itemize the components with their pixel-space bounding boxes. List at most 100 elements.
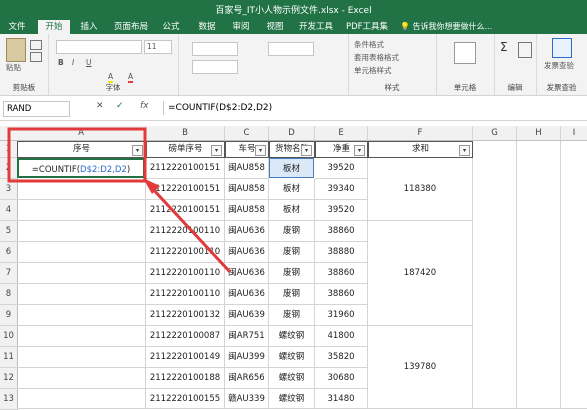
column-header-c[interactable]: C	[225, 126, 269, 141]
table-cell[interactable]: 2112220100151	[146, 158, 225, 179]
cell-style-button[interactable]: 单元格样式	[354, 65, 392, 76]
table-cell[interactable]: 闽AU639	[225, 305, 269, 326]
tab-pdf-tools[interactable]: PDF工具集	[342, 20, 392, 34]
header-cell-f[interactable]: 求和 ▾	[368, 141, 473, 158]
table-cell[interactable]	[17, 284, 146, 305]
invoice-check-icon[interactable]	[552, 38, 572, 58]
table-cell[interactable]: 2112220100151	[146, 200, 225, 221]
table-cell[interactable]: 废钢	[269, 242, 315, 263]
column-header-e[interactable]: E	[315, 126, 368, 141]
column-header-b[interactable]: B	[146, 126, 225, 141]
table-cell[interactable]	[17, 263, 146, 284]
table-cell[interactable]: 闽AR751	[225, 326, 269, 347]
table-cell[interactable]	[17, 221, 146, 242]
table-cell[interactable]: 41800	[315, 326, 368, 347]
table-cell[interactable]: 闽AU636	[225, 284, 269, 305]
table-cell[interactable]: 2112220100110	[146, 263, 225, 284]
table-cell[interactable]: 35820	[315, 347, 368, 368]
header-cell-e[interactable]: 净重 ▾	[315, 141, 368, 158]
font-name-select[interactable]	[56, 40, 142, 54]
cut-icon[interactable]	[30, 40, 42, 50]
row-header[interactable]: 5	[0, 221, 18, 242]
editing-cell-a2[interactable]: =COUNTIF(D$2:D2,D2)	[17, 158, 145, 178]
select-all-corner[interactable]	[0, 126, 18, 141]
column-header-h[interactable]: H	[517, 126, 561, 141]
bold-button[interactable]: B	[58, 58, 64, 67]
empty-column-h[interactable]	[517, 141, 561, 409]
insert-function-button[interactable]: fx	[140, 101, 149, 111]
table-cell[interactable]: 螺纹钢	[269, 326, 315, 347]
filter-dropdown-icon[interactable]: ▾	[255, 145, 266, 156]
table-cell[interactable]: 2112220100110	[146, 221, 225, 242]
number-format-select[interactable]	[268, 42, 314, 56]
filter-dropdown-icon[interactable]: ▾	[301, 145, 312, 156]
header-cell-b[interactable]: 磅单序号 ▾	[146, 141, 225, 158]
sum-cell[interactable]: 139780	[368, 326, 473, 409]
enter-button[interactable]: ✓	[116, 101, 124, 111]
table-cell[interactable]: 2112220100110	[146, 284, 225, 305]
tab-data[interactable]: 数据	[192, 20, 222, 34]
table-cell[interactable]: 2112220100149	[146, 347, 225, 368]
row-header[interactable]: 13	[0, 389, 18, 410]
indent-icon[interactable]	[192, 60, 238, 74]
conditional-format-button[interactable]: 条件格式	[354, 39, 384, 50]
table-cell[interactable]: 闽AR656	[225, 368, 269, 389]
empty-column-i[interactable]	[561, 141, 587, 409]
italic-button[interactable]: I	[72, 58, 74, 67]
table-format-button[interactable]: 套用表格格式	[354, 52, 399, 63]
table-cell[interactable]	[17, 368, 146, 389]
formula-input[interactable]: =COUNTIF(D$2:D2,D2)	[163, 101, 587, 115]
table-cell[interactable]	[17, 200, 146, 221]
table-cell[interactable]: 30680	[315, 368, 368, 389]
row-header[interactable]: 7	[0, 263, 18, 284]
underline-button[interactable]: U	[86, 58, 92, 67]
table-cell[interactable]: 废钢	[269, 263, 315, 284]
row-header[interactable]: 4	[0, 200, 18, 221]
table-cell[interactable]: 废钢	[269, 305, 315, 326]
row-header[interactable]: 3	[0, 179, 18, 200]
table-cell[interactable]: 39340	[315, 179, 368, 200]
row-header[interactable]: 2	[0, 158, 18, 179]
autosum-icon[interactable]: Σ	[500, 40, 508, 54]
table-cell[interactable]: 废钢	[269, 221, 315, 242]
column-header-d[interactable]: D	[269, 126, 315, 141]
table-cell[interactable]: 31960	[315, 305, 368, 326]
row-header[interactable]: 10	[0, 326, 18, 347]
cells-icon[interactable]	[454, 42, 476, 64]
table-cell[interactable]: 2112220100155	[146, 389, 225, 409]
tab-home[interactable]: 开始	[38, 20, 70, 34]
table-cell[interactable]: 2112220100151	[146, 179, 225, 200]
table-cell[interactable]: 38860	[315, 221, 368, 242]
referenced-cell-d2[interactable]: 板材	[269, 158, 314, 178]
paste-button[interactable]: 粘贴	[6, 62, 21, 73]
table-cell[interactable]: 38880	[315, 242, 368, 263]
sort-filter-icon[interactable]	[518, 42, 532, 58]
tab-page-layout[interactable]: 页面布局	[110, 20, 152, 34]
column-header-f[interactable]: F	[368, 126, 473, 141]
sum-cell[interactable]: 118380	[368, 158, 473, 221]
empty-column-g[interactable]	[473, 141, 517, 409]
header-cell-d[interactable]: 货物名称 ▾	[269, 141, 315, 158]
table-cell[interactable]: 38860	[315, 263, 368, 284]
table-cell[interactable]: 闽AU858	[225, 179, 269, 200]
row-header[interactable]: 9	[0, 305, 18, 326]
filter-dropdown-icon[interactable]: ▾	[132, 145, 143, 156]
table-cell[interactable]: 闽AU399	[225, 347, 269, 368]
table-cell[interactable]: 闽AU636	[225, 221, 269, 242]
header-cell-c[interactable]: 车号 ▾	[225, 141, 269, 158]
tab-review[interactable]: 审阅	[226, 20, 256, 34]
tell-me-search[interactable]: 💡 告诉我你想要做什么...	[400, 20, 492, 34]
column-header-i[interactable]: I	[561, 126, 587, 141]
filter-dropdown-icon[interactable]: ▾	[211, 145, 222, 156]
table-cell[interactable]	[17, 389, 146, 409]
row-header[interactable]: 1	[0, 141, 18, 158]
tab-view[interactable]: 视图	[260, 20, 290, 34]
table-cell[interactable]: 板材	[269, 200, 315, 221]
column-header-a[interactable]: A	[17, 126, 146, 141]
tab-formulas[interactable]: 公式	[156, 20, 186, 34]
table-cell[interactable]: 38860	[315, 284, 368, 305]
name-box[interactable]: RAND	[3, 101, 70, 117]
table-cell[interactable]: 2112220100132	[146, 305, 225, 326]
filter-dropdown-icon[interactable]: ▾	[354, 145, 365, 156]
table-cell[interactable]: 螺纹钢	[269, 389, 315, 409]
